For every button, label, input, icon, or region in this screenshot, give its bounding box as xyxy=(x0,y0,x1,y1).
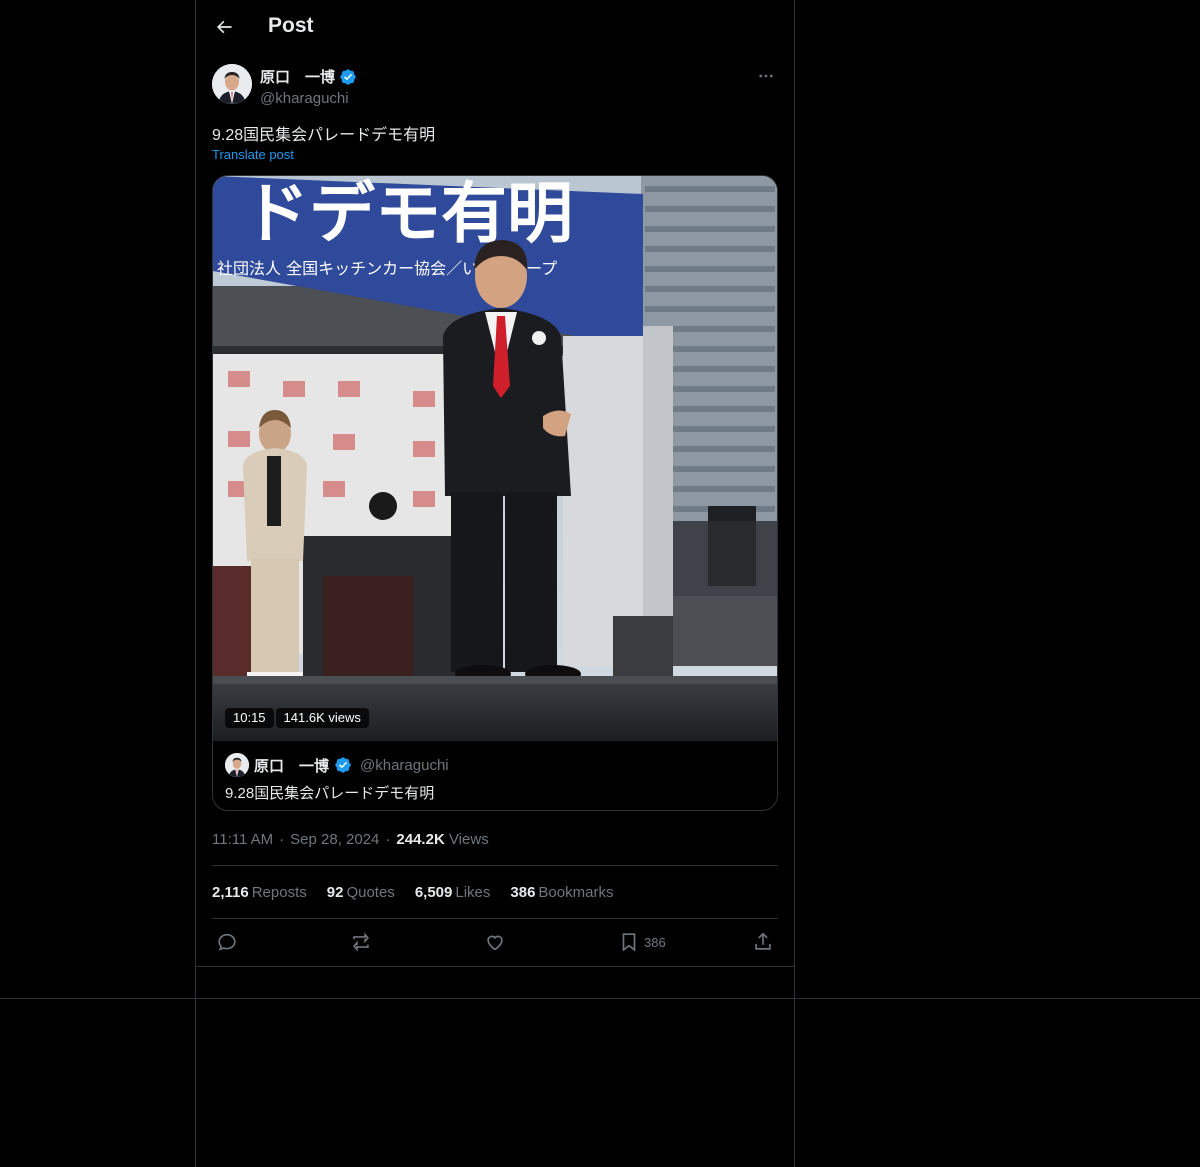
reposts-stat[interactable]: 2,116 Reposts xyxy=(212,884,307,901)
back-button[interactable] xyxy=(210,13,238,41)
verified-badge-icon xyxy=(340,68,356,85)
translate-post-link[interactable]: Translate post xyxy=(212,147,294,162)
post-text: 9.28国民集会パレードデモ有明 xyxy=(212,127,436,144)
views-count: 244.2K xyxy=(396,831,445,848)
author-name[interactable]: 原口 一博 xyxy=(260,66,335,87)
post-date[interactable]: Sep 28, 2024 xyxy=(290,831,379,848)
video-badges: 10:15 141.6K views xyxy=(225,708,369,728)
main-column: Post 原口 一博 @kharaguchi 9.28国民集会パレードデモ有明 … xyxy=(195,0,795,1167)
reply-button[interactable] xyxy=(216,930,238,954)
post-views: 244.2K Views xyxy=(396,831,488,848)
more-dots-icon xyxy=(759,74,773,78)
quoted-author-avatar[interactable] xyxy=(225,753,249,777)
post-metadata: 11:11 AM · Sep 28, 2024 · 244.2K Views xyxy=(212,831,489,848)
views-label: Views xyxy=(448,831,489,848)
divider xyxy=(212,918,778,919)
separator-dot: · xyxy=(385,831,391,848)
more-options-button[interactable] xyxy=(754,66,778,86)
likes-stat[interactable]: 6,509 Likes xyxy=(415,884,491,901)
bookmarks-stat[interactable]: 386 Bookmarks xyxy=(510,884,613,901)
post-time[interactable]: 11:11 AM xyxy=(212,831,273,848)
reply-icon xyxy=(218,933,236,951)
repost-icon xyxy=(353,932,369,952)
media-card[interactable]: ドデモ有明 社団法人 全国キッチンカー協会／いなグループ 10:15 141.6… xyxy=(212,175,778,811)
repost-button[interactable] xyxy=(350,930,372,954)
share-icon xyxy=(755,932,771,950)
back-arrow-icon xyxy=(217,20,232,34)
page-title: Post xyxy=(268,14,314,37)
post-bottom-border xyxy=(196,966,794,967)
divider xyxy=(212,865,778,866)
bookmark-button[interactable]: 386 xyxy=(618,930,666,954)
avatar-image xyxy=(212,64,252,104)
video-thumbnail: ドデモ有明 社団法人 全国キッチンカー協会／いなグループ xyxy=(213,176,777,741)
quoted-post-text: 9.28国民集会パレードデモ有明 xyxy=(225,785,435,802)
quoted-avatar-image xyxy=(225,753,249,777)
video-player[interactable]: ドデモ有明 社団法人 全国キッチンカー協会／いなグループ 10:15 141.6… xyxy=(213,176,777,741)
bookmark-icon xyxy=(622,933,636,952)
quoted-author-handle: @kharaguchi xyxy=(360,756,449,774)
quoted-post[interactable]: 原口 一博 @kharaguchi 9.28国民集会パレードデモ有明 xyxy=(225,753,765,803)
author-info: 原口 一博 @kharaguchi xyxy=(260,66,357,107)
bookmark-count: 386 xyxy=(644,934,666,950)
quoted-author-name: 原口 一博 xyxy=(254,757,330,775)
quotes-stat[interactable]: 92 Quotes xyxy=(327,884,395,901)
author-avatar[interactable] xyxy=(212,64,252,104)
banner-title: ドデモ有明 xyxy=(243,176,573,252)
top-bar: Post xyxy=(196,0,794,54)
post-stats: 2,116 Reposts 92 Quotes 6,509 Likes 386 Book… xyxy=(212,884,613,901)
share-button[interactable] xyxy=(752,930,774,954)
author-handle[interactable]: @kharaguchi xyxy=(260,90,357,107)
video-duration: 10:15 xyxy=(225,708,274,728)
action-bar: 386 xyxy=(212,930,778,954)
heart-icon xyxy=(487,935,503,951)
verified-badge-icon xyxy=(335,757,351,773)
like-button[interactable] xyxy=(484,930,506,954)
separator-dot: · xyxy=(279,831,285,848)
video-views: 141.6K views xyxy=(275,708,369,728)
